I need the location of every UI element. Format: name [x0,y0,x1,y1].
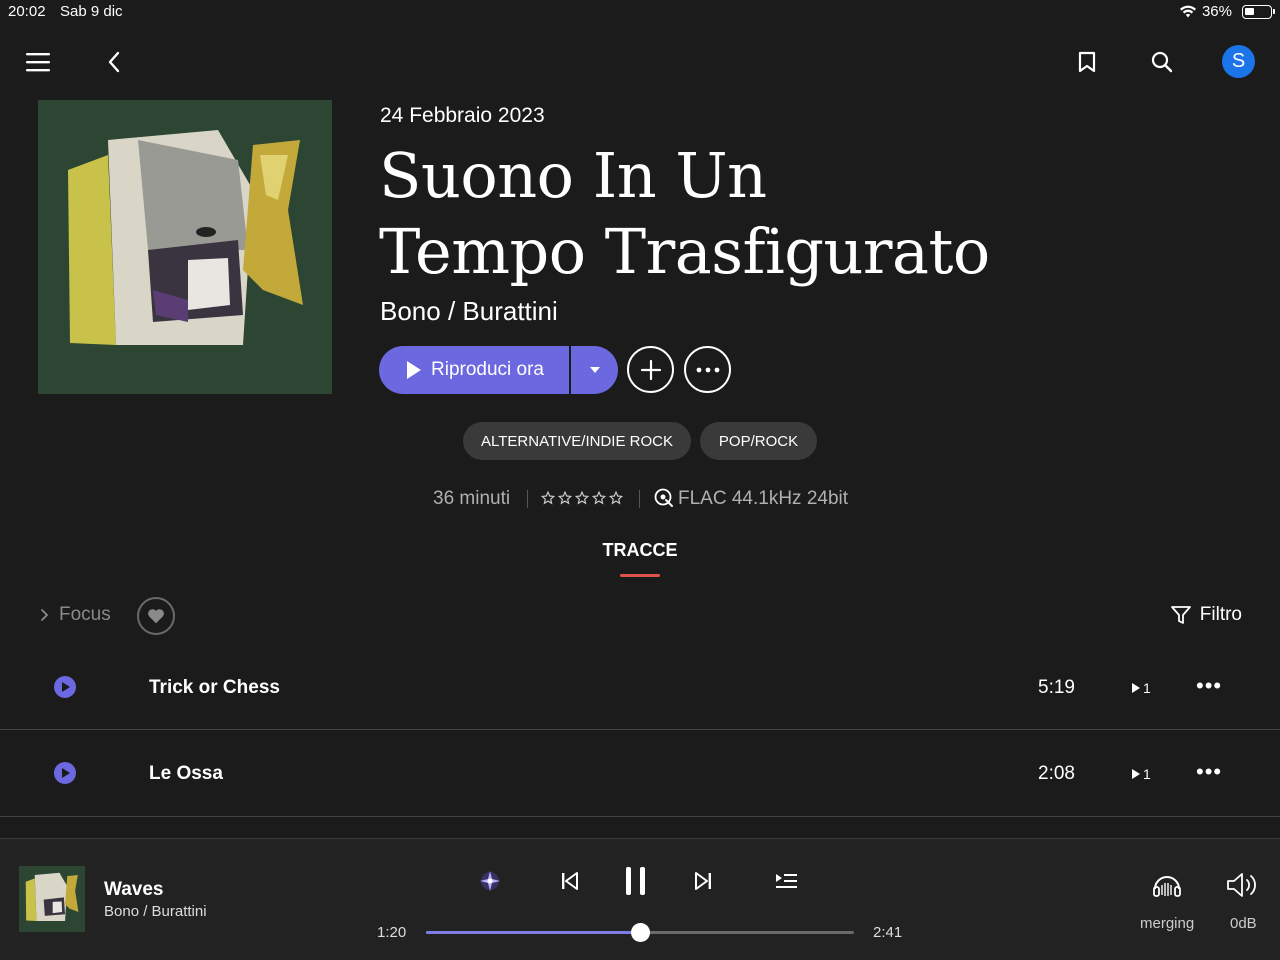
tab-tracks[interactable]: TRACCE [0,540,1280,561]
elapsed-time: 1:20 [377,924,407,941]
focus-label: Focus [59,604,111,625]
album-title-line1: Suono In Un [379,139,767,212]
play-count-icon [1132,769,1140,779]
play-count-icon [1132,683,1140,693]
focus-toggle[interactable]: Focus [40,604,111,626]
favorite-button[interactable] [137,597,175,635]
track-play-icon[interactable] [54,676,76,698]
star-icon [575,491,589,505]
track-play-count-value: 1 [1143,766,1151,782]
now-playing-bar: Waves Bono / Burattini 1:20 2:41 merging [0,838,1280,960]
star-icon [609,491,623,505]
album-cover [38,100,332,394]
divider [639,490,640,508]
album-title: Suono In Un Tempo Trasfigurato [379,138,1079,290]
menu-icon[interactable] [18,42,58,82]
caret-down-icon [589,367,600,373]
track-duration: 2:08 [1038,763,1075,784]
filter-button[interactable]: Filtro [1170,604,1242,626]
play-now-label: Riproduci ora [431,359,544,380]
star-icon [592,491,606,505]
now-playing-artist[interactable]: Bono / Burattini [104,903,207,920]
status-time: 20:02 [8,3,46,20]
status-bar: 20:02 Sab 9 dic 36% [0,0,1280,24]
now-playing-title[interactable]: Waves [104,879,164,901]
track-duration: 5:19 [1038,677,1075,698]
track-row[interactable]: Le Ossa 2:08 1 ••• [0,731,1280,817]
avatar[interactable]: S [1222,45,1255,78]
track-name: Le Ossa [149,763,223,784]
search-icon[interactable] [1142,42,1182,82]
progress-handle[interactable] [631,923,650,942]
track-more-icon[interactable]: ••• [1196,759,1222,785]
track-play-count: 1 [1131,766,1151,782]
filter-label: Filtro [1199,604,1242,625]
play-icon [407,361,421,379]
hi-res-quality-icon [654,488,673,507]
progress-slider[interactable] [426,923,854,942]
add-to-library-button[interactable] [627,346,674,393]
more-options-button[interactable] [684,346,731,393]
track-play-count-value: 1 [1143,680,1151,696]
plus-icon [640,359,661,380]
total-time: 2:41 [873,924,903,941]
chevron-right-icon [41,609,49,621]
heart-icon [148,609,164,624]
genre-chip[interactable]: POP/ROCK [700,422,817,460]
album-duration: 36 minuti [433,488,511,509]
volume-icon[interactable] [1223,865,1263,905]
battery-icon [1242,5,1275,19]
now-playing-cover[interactable] [19,866,85,932]
bookmark-icon[interactable] [1067,42,1107,82]
audio-format: FLAC 44.1kHz 24bit [678,488,849,509]
chevron-left-icon[interactable] [94,42,134,82]
sparkle-icon[interactable] [472,863,508,899]
album-title-line2: Tempo Trasfigurato [379,215,990,288]
queue-icon[interactable] [768,863,804,899]
track-name: Trick or Chess [149,677,280,698]
genre-chip[interactable]: ALTERNATIVE/INDIE ROCK [463,422,691,460]
divider [527,490,528,508]
star-icon [558,491,572,505]
track-row[interactable]: Trick or Chess 5:19 1 ••• [0,644,1280,730]
battery-percent: 36% [1201,3,1232,20]
album-artist[interactable]: Bono / Burattini [380,296,558,327]
tab-active-indicator [620,574,660,577]
audio-output-icon[interactable] [1147,865,1187,905]
audio-output-label: merging [1140,915,1195,932]
track-play-count: 1 [1131,680,1151,696]
next-track-icon[interactable] [685,863,721,899]
play-options-dropdown[interactable] [571,346,618,394]
previous-track-icon[interactable] [552,863,588,899]
volume-label: 0dB [1230,915,1257,932]
track-more-icon[interactable]: ••• [1196,673,1222,699]
pause-icon[interactable] [616,861,656,901]
play-now-button[interactable]: Riproduci ora [379,346,569,394]
wifi-icon [1180,5,1196,18]
status-date: Sab 9 dic [60,3,123,20]
track-play-icon[interactable] [54,762,76,784]
more-horizontal-icon [696,367,719,372]
release-date: 24 Febbraio 2023 [380,104,545,127]
star-icon [541,491,555,505]
filter-icon [1170,606,1191,624]
progress-fill [426,931,640,934]
rating-stars[interactable] [541,491,623,505]
